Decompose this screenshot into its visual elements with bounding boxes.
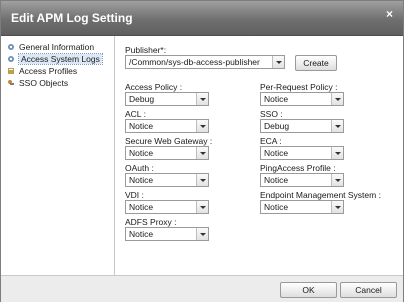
sidebar: General Information Access System Logs A… (1, 36, 115, 275)
sidebar-item-label: SSO Objects (19, 78, 69, 88)
sso-select[interactable]: Debug (260, 119, 344, 133)
sidebar-item-general-information[interactable]: General Information (7, 42, 94, 53)
sidebar-item-label: Access System Logs (18, 53, 103, 65)
sidebar-item-label: General Information (19, 42, 95, 52)
vdi-label: VDI : (125, 190, 144, 200)
chevron-down-icon (196, 147, 208, 159)
adfs-proxy-select[interactable]: Notice (125, 227, 209, 241)
settings-panel: Publisher*: /Common/sys-db-access-publis… (115, 36, 403, 275)
oauth-value: Notice (129, 175, 154, 185)
vdi-value: Notice (129, 202, 154, 212)
title-bar: Edit APM Log Setting × (1, 1, 403, 36)
sidebar-item-label: Access Profiles (19, 66, 78, 76)
dialog-window: Edit APM Log Setting × General Informati… (0, 0, 404, 302)
sidebar-item-access-profiles[interactable]: Access Profiles (7, 66, 77, 77)
dialog-title: Edit APM Log Setting (11, 11, 133, 25)
cancel-button[interactable]: Cancel (340, 282, 397, 298)
eca-label: ECA : (260, 136, 282, 146)
adfs-proxy-label: ADFS Proxy : (125, 217, 177, 227)
vdi-select[interactable]: Notice (125, 200, 209, 214)
access-policy-label: Access Policy : (125, 82, 183, 92)
endpoint-management-system-label: Endpoint Management System : (260, 190, 381, 200)
sidebar-item-access-system-logs[interactable]: Access System Logs (7, 53, 103, 65)
create-button[interactable]: Create (295, 55, 337, 71)
endpoint-management-system-value: Notice (264, 202, 289, 212)
publisher-value: /Common/sys-db-access-publisher (129, 57, 260, 67)
publisher-label: Publisher*: (125, 45, 167, 55)
sidebar-item-sso-objects[interactable]: SSO Objects (7, 78, 68, 89)
sso-label: SSO : (260, 109, 283, 119)
sso-icon (8, 80, 14, 85)
eca-select[interactable]: Notice (260, 146, 344, 160)
gear-icon (8, 44, 14, 50)
chevron-down-icon (196, 120, 208, 132)
chevron-down-icon (272, 56, 284, 68)
per-request-policy-select[interactable]: Notice (260, 92, 344, 106)
chevron-down-icon (196, 201, 208, 213)
pingaccess-profile-label: PingAccess Profile : (260, 163, 336, 173)
pingaccess-profile-select[interactable]: Notice (260, 173, 344, 187)
close-icon[interactable]: × (386, 7, 393, 21)
per-request-policy-label: Per-Request Policy : (260, 82, 338, 92)
acl-select[interactable]: Notice (125, 119, 209, 133)
chevron-down-icon (196, 93, 208, 105)
chevron-down-icon (331, 174, 343, 186)
secure-web-gateway-select[interactable]: Notice (125, 146, 209, 160)
chevron-down-icon (331, 120, 343, 132)
per-request-policy-value: Notice (264, 94, 289, 104)
acl-label: ACL : (125, 109, 146, 119)
pingaccess-profile-value: Notice (264, 175, 289, 185)
secure-web-gateway-label: Secure Web Gateway : (125, 136, 213, 146)
publisher-select[interactable]: /Common/sys-db-access-publisher (125, 55, 285, 69)
chevron-down-icon (331, 93, 343, 105)
profile-icon (8, 68, 14, 74)
adfs-proxy-value: Notice (129, 229, 154, 239)
ok-button[interactable]: OK (280, 282, 337, 298)
endpoint-management-system-select[interactable]: Notice (260, 200, 344, 214)
dialog-footer: OK Cancel (1, 275, 403, 302)
sso-value: Debug (264, 121, 290, 131)
chevron-down-icon (196, 228, 208, 240)
oauth-label: OAuth : (125, 163, 154, 173)
chevron-down-icon (196, 174, 208, 186)
gear-icon (8, 56, 14, 62)
eca-value: Notice (264, 148, 289, 158)
oauth-select[interactable]: Notice (125, 173, 209, 187)
access-policy-select[interactable]: Debug (125, 92, 209, 106)
chevron-down-icon (331, 147, 343, 159)
secure-web-gateway-value: Notice (129, 148, 154, 158)
chevron-down-icon (331, 201, 343, 213)
access-policy-value: Debug (129, 94, 155, 104)
acl-value: Notice (129, 121, 154, 131)
